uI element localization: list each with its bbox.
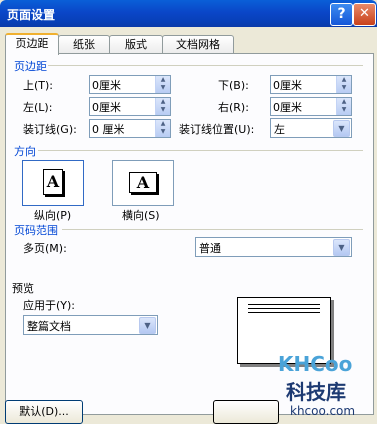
help-button[interactable]: ? (330, 3, 353, 26)
orientation-heading: 方向 (14, 145, 36, 158)
margins-divider (48, 65, 363, 66)
right-margin-value: 0厘米 (273, 101, 302, 114)
bottom-margin-label: 下(B): (218, 79, 249, 92)
landscape-page-icon: A (129, 172, 157, 193)
default-button[interactable]: 默认(D)... (5, 400, 83, 424)
tab-margins[interactable]: 页边距 (5, 33, 59, 55)
gutter-input[interactable]: 0 厘米 ▲ ▼ (89, 119, 171, 138)
orientation-divider (38, 150, 363, 151)
left-margin-input[interactable]: 0厘米 ▲ ▼ (89, 97, 171, 116)
gutter-position-select[interactable]: 左 ▼ (270, 118, 352, 138)
multiple-pages-label: 多页(M): (23, 242, 67, 255)
bottom-margin-input[interactable]: 0厘米 ▲ ▼ (270, 75, 352, 94)
watermark-name: 科技库 (286, 380, 346, 404)
title-bar: 页面设置 ? ✕ (0, 0, 377, 27)
bottom-margin-value: 0厘米 (273, 79, 302, 92)
portrait-page-icon: A (43, 169, 63, 195)
dropdown-arrow-icon[interactable]: ▼ (333, 120, 350, 137)
tab-paper[interactable]: 纸张 (58, 35, 110, 53)
apply-to-value: 整篇文档 (27, 320, 71, 333)
spin-arrows-icon[interactable]: ▲ ▼ (155, 98, 170, 115)
tab-document-grid[interactable]: 文档网格 (162, 35, 234, 53)
right-margin-label: 右(R): (218, 101, 249, 114)
tab-layout[interactable]: 版式 (109, 35, 163, 53)
landscape-button[interactable]: A (112, 160, 174, 206)
preview-text-line (248, 308, 320, 309)
margins-heading: 页边距 (14, 60, 47, 73)
close-button[interactable]: ✕ (353, 3, 376, 26)
gutter-label: 装订线(G): (23, 123, 77, 136)
right-margin-input[interactable]: 0厘米 ▲ ▼ (270, 97, 352, 116)
multiple-pages-value: 普通 (199, 242, 221, 255)
top-margin-input[interactable]: 0厘米 ▲ ▼ (89, 75, 171, 94)
watermark-logo: KHCoo (278, 352, 353, 376)
top-margin-value: 0厘米 (92, 79, 121, 92)
preview-text-line (248, 304, 320, 305)
preview-heading: 预览 (12, 282, 34, 295)
landscape-label: 横向(S) (122, 209, 160, 222)
portrait-button[interactable]: A (22, 160, 84, 206)
dropdown-arrow-icon[interactable]: ▼ (139, 317, 156, 334)
left-margin-value: 0厘米 (92, 101, 121, 114)
portrait-label: 纵向(P) (34, 209, 72, 222)
apply-to-select[interactable]: 整篇文档 ▼ (23, 315, 158, 335)
window-title: 页面设置 (7, 8, 56, 22)
dropdown-arrow-icon[interactable]: ▼ (333, 239, 350, 256)
apply-to-label: 应用于(Y): (23, 299, 76, 312)
watermark-url: khcoo.com (290, 404, 356, 418)
ok-button[interactable] (213, 400, 279, 424)
gutter-position-value: 左 (274, 123, 285, 136)
pages-heading: 页码范围 (14, 224, 58, 237)
gutter-value: 0 厘米 (92, 123, 125, 136)
preview-text-line (248, 312, 320, 313)
spin-arrows-icon[interactable]: ▲ ▼ (336, 76, 351, 93)
left-margin-label: 左(L): (23, 101, 53, 114)
spin-arrows-icon[interactable]: ▲ ▼ (336, 98, 351, 115)
spin-arrows-icon[interactable]: ▲ ▼ (155, 120, 170, 137)
spin-arrows-icon[interactable]: ▲ ▼ (155, 76, 170, 93)
top-margin-label: 上(T): (23, 79, 54, 92)
gutter-position-label: 装订线位置(U): (179, 123, 255, 136)
khcoo-watermark: KHCoo 科技库 khcoo.com (276, 348, 376, 420)
multiple-pages-select[interactable]: 普通 ▼ (195, 237, 352, 257)
pages-divider (62, 229, 363, 230)
